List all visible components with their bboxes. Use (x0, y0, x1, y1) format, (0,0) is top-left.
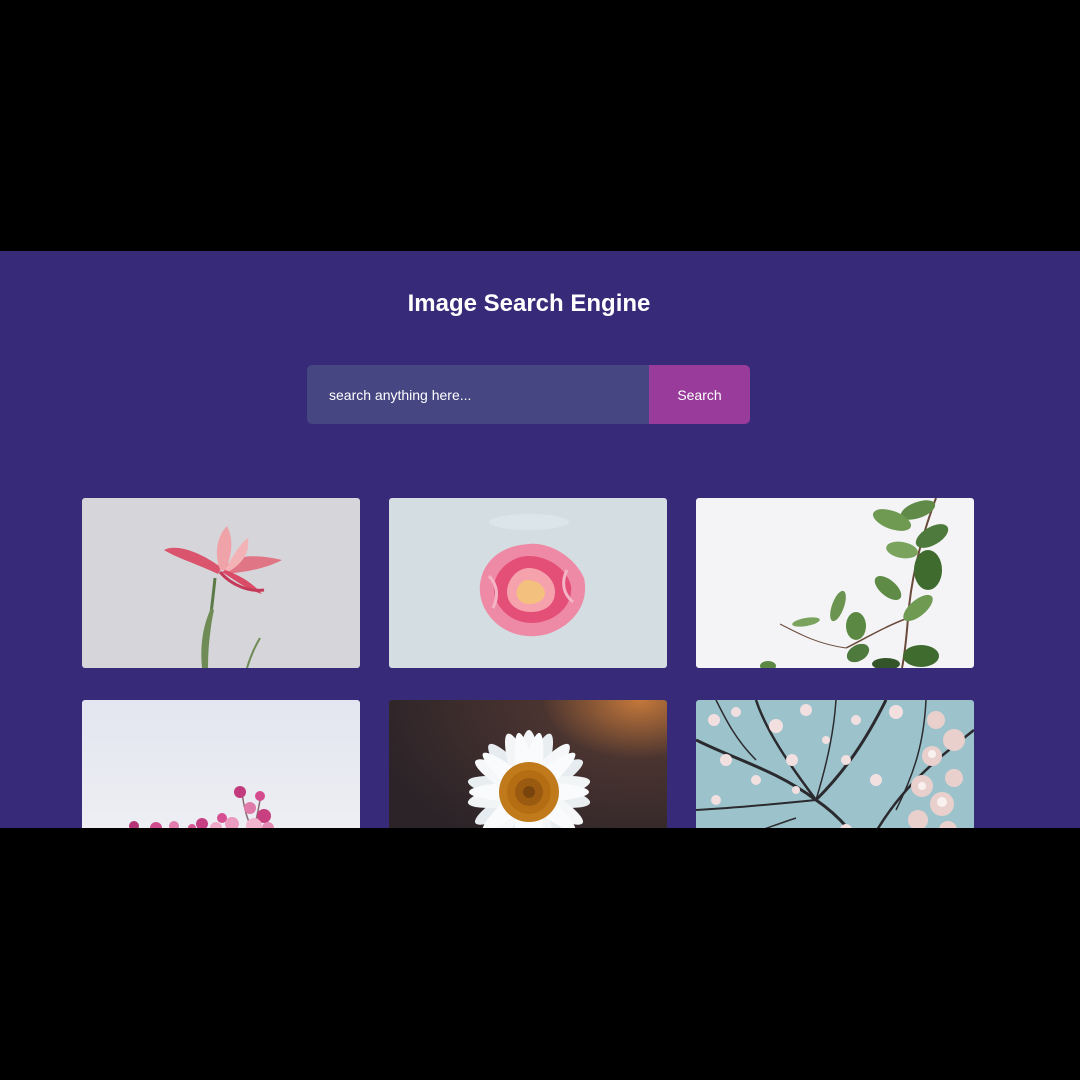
image-results-grid (82, 498, 976, 828)
image-result-cherry-branches[interactable] (696, 700, 974, 828)
image-result-iris[interactable] (82, 498, 360, 668)
image-result-blossoms[interactable] (82, 700, 360, 828)
rose-image (389, 498, 667, 668)
app-container: Image Search Engine Search (0, 251, 1080, 828)
eucalyptus-image (696, 498, 974, 668)
image-result-rose[interactable] (389, 498, 667, 668)
page-title: Image Search Engine (407, 290, 651, 317)
daisy-image (389, 700, 667, 828)
image-result-eucalyptus[interactable] (696, 498, 974, 668)
blossoms-image (82, 700, 360, 828)
search-input[interactable] (307, 365, 649, 424)
iris-image (82, 498, 360, 668)
search-bar: Search (307, 365, 750, 424)
search-button[interactable]: Search (649, 365, 750, 424)
image-result-daisy[interactable] (389, 700, 667, 828)
cherry-branches-image (696, 700, 974, 828)
